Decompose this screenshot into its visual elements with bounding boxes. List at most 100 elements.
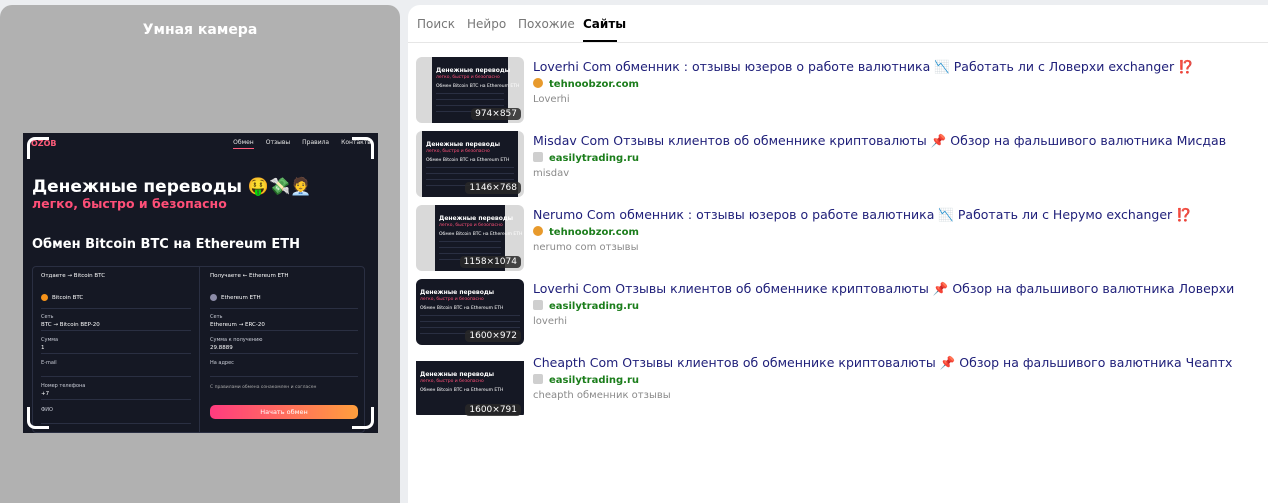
bitcoin-icon (41, 294, 48, 301)
thumb-heading: Денежные переводы (420, 371, 495, 378)
phone-field: Номер телефона +7 (41, 380, 191, 400)
net-label: Сеть (210, 314, 223, 320)
give-net-field: Сеть BTC → Bitcoin BEP-20 (41, 311, 191, 331)
receive-label: Сумма к получению (210, 337, 263, 343)
thumb-subheading: легко, быстро и безопасно (439, 223, 503, 228)
result-site-label: easilytrading.ru (549, 153, 640, 164)
tehnoobzor-favicon-icon (533, 226, 543, 236)
smart-camera-panel: Умная камера OZOB Обмен Отзывы Правила К… (0, 5, 400, 503)
thumb-exchange: Обмен Bitcoin BTC на Ethereum ETH (426, 158, 510, 163)
agree-checkbox-label: С правилами обмена ознакомлен и согласен (210, 385, 317, 390)
get-currency-select: Ethereum ETH (210, 289, 358, 309)
tehnoobzor-favicon-icon (533, 78, 543, 88)
easilytrading-favicon-icon (533, 152, 543, 162)
result-site-label: easilytrading.ru (549, 301, 640, 312)
site-nav-item: Обмен (233, 139, 254, 149)
thumb-subheading: легко, быстро и безопасно (426, 149, 490, 154)
result-site-link[interactable]: easilytrading.ru (533, 374, 639, 386)
result-description: nerumo com отзывы (533, 242, 639, 253)
image-size-badge: 1600×972 (465, 330, 521, 342)
thumb-subheading: легко, быстро и безопасно (420, 379, 484, 384)
result-thumbnail[interactable]: Денежные переводы легко, быстро и безопа… (416, 57, 524, 123)
crop-corner-bottom-right[interactable] (352, 407, 374, 429)
crop-corner-top-right[interactable] (352, 137, 374, 159)
image-size-badge: 974×857 (471, 108, 521, 120)
result-thumbnail[interactable]: Денежные переводы легко, быстро и безопа… (416, 205, 524, 271)
tab-sites[interactable]: Сайты (583, 17, 626, 31)
result-site-link[interactable]: easilytrading.ru (533, 300, 639, 312)
give-currency-value: Bitcoin BTC (52, 295, 84, 301)
site-nav-item: Отзывы (265, 139, 291, 146)
result-site-link[interactable]: easilytrading.ru (533, 152, 639, 164)
exchange-form: Отдаете → Bitcoin BTC Получаете ← Ethere… (32, 266, 365, 433)
get-currency-value: Ethereum ETH (221, 295, 261, 301)
result-title-link[interactable]: Cheapth Com Отзывы клиентов об обменнике… (533, 355, 1232, 371)
get-net-field: Сеть Ethereum → ERC-20 (210, 311, 358, 331)
thumb-heading: Денежные переводы (426, 141, 501, 148)
easilytrading-favicon-icon (533, 374, 543, 384)
form-divider (199, 267, 200, 432)
tab-neuro[interactable]: Нейро (467, 17, 506, 31)
result-title-link[interactable]: Loverhi Com обменник : отзывы юзеров о р… (533, 59, 1194, 75)
tab-search[interactable]: Поиск (417, 17, 455, 31)
hero-heading: Денежные переводы 🤑💸🧑‍💼 (32, 177, 312, 197)
result-site-link[interactable]: tehnoobzor.com (533, 78, 639, 90)
crop-corner-top-left[interactable] (27, 137, 49, 159)
result-title-link[interactable]: Loverhi Com Отзывы клиентов об обменнике… (533, 281, 1234, 297)
thumb-exchange: Обмен Bitcoin BTC на Ethereum ETH (420, 388, 504, 393)
get-label: Получаете ← Ethereum ETH (210, 273, 289, 279)
result-site-label: easilytrading.ru (549, 375, 640, 386)
thumb-subheading: легко, быстро и безопасно (420, 297, 484, 302)
result-item[interactable]: Денежные переводы легко, быстро и безопа… (416, 205, 1256, 271)
result-site-label: tehnoobzor.com (549, 79, 639, 90)
thumb-heading: Денежные переводы (436, 67, 511, 74)
results-panel: Поиск Нейро Похожие Сайты Денежные перев… (408, 5, 1268, 503)
result-thumbnail[interactable]: Денежные переводы легко, быстро и безопа… (416, 279, 524, 345)
address-field: На адрес (210, 357, 358, 377)
email-field: E-mail (41, 357, 191, 377)
thumb-subheading: легко, быстро и безопасно (436, 75, 500, 80)
result-title-link[interactable]: Nerumo Com обменник : отзывы юзеров о ра… (533, 207, 1192, 223)
start-exchange-button: Начать обмен (210, 405, 358, 419)
result-site-label: tehnoobzor.com (549, 227, 639, 238)
thumb-exchange: Обмен Bitcoin BTC на Ethereum ETH (439, 232, 523, 237)
net-label: Сеть (41, 314, 54, 320)
sum-label: Сумма (41, 337, 59, 343)
receive-sum-value: 29.8889 (210, 345, 233, 351)
result-item[interactable]: Денежные переводы легко, быстро и безопа… (416, 131, 1256, 197)
result-title-link[interactable]: Misdav Com Отзывы клиентов об обменнике … (533, 133, 1226, 149)
result-description: misdav (533, 168, 570, 179)
address-label: На адрес (210, 360, 234, 366)
ethereum-icon (210, 294, 217, 301)
image-size-badge: 1600×791 (465, 404, 521, 416)
give-sum-field: Сумма 1 (41, 334, 191, 354)
receive-sum-field: Сумма к получению 29.8889 (210, 334, 358, 354)
fio-field: ФИО (41, 404, 191, 424)
give-net-value: BTC → Bitcoin BEP-20 (41, 322, 100, 328)
active-tab-indicator (583, 40, 617, 42)
result-thumbnail[interactable]: Денежные переводы легко, быстро и безопа… (416, 131, 524, 197)
result-item[interactable]: Денежные переводы легко, быстро и безопа… (416, 279, 1256, 345)
image-size-badge: 1146×768 (465, 182, 521, 194)
result-description: loverhi (533, 316, 568, 327)
crop-corner-bottom-left[interactable] (27, 407, 49, 429)
tab-similar[interactable]: Похожие (518, 17, 575, 31)
result-item[interactable]: Денежные переводы легко, быстро и безопа… (416, 57, 1256, 123)
result-description: Loverhi (533, 94, 570, 105)
phone-label: Номер телефона (41, 383, 86, 389)
thumb-exchange: Обмен Bitcoin BTC на Ethereum ETH (420, 306, 504, 311)
result-thumbnail[interactable]: Денежные переводы легко, быстро и безопа… (416, 353, 524, 419)
result-item[interactable]: Денежные переводы легко, быстро и безопа… (416, 353, 1256, 419)
hero-subheading: легко, быстро и безопасно (32, 196, 227, 211)
camera-title: Умная камера (142, 22, 258, 38)
thumb-exchange: Обмен Bitcoin BTC на Ethereum ETH (436, 84, 520, 89)
camera-captured-image[interactable]: OZOB Обмен Отзывы Правила Контакты Денеж… (23, 133, 378, 433)
easilytrading-favicon-icon (533, 300, 543, 310)
give-label: Отдаете → Bitcoin BTC (41, 273, 106, 279)
get-net-value: Ethereum → ERC-20 (210, 322, 265, 328)
give-currency-select: Bitcoin BTC (41, 289, 191, 309)
thumb-heading: Денежные переводы (439, 215, 514, 222)
result-site-link[interactable]: tehnoobzor.com (533, 226, 639, 238)
phone-code: +7 (41, 391, 50, 397)
email-label: E-mail (41, 360, 57, 366)
